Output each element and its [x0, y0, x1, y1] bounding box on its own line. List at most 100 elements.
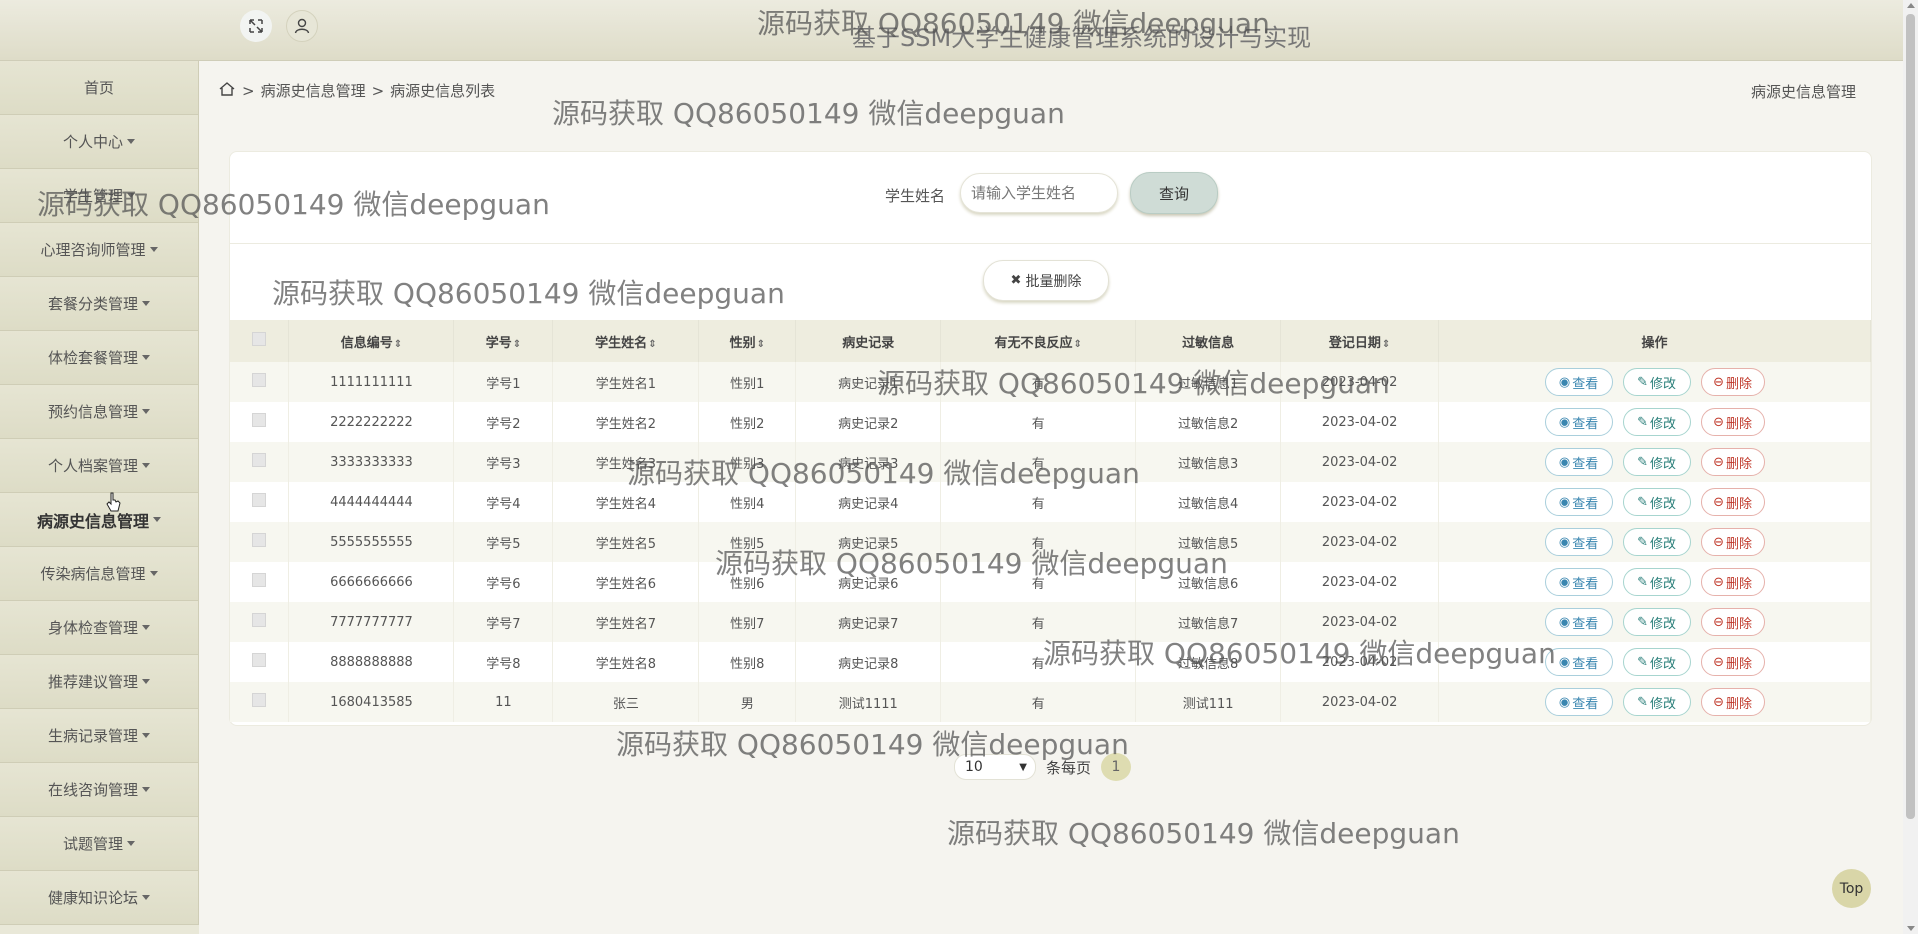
edit-button[interactable]: ✎ 修改	[1622, 488, 1691, 516]
sidebar-item[interactable]: 心理咨询师管理	[0, 223, 199, 277]
delete-button[interactable]: ⊖ 删除	[1700, 568, 1765, 596]
edit-button[interactable]: ✎ 修改	[1622, 648, 1691, 676]
edit-button[interactable]: ✎ 修改	[1622, 528, 1691, 556]
edit-button[interactable]: ✎ 修改	[1622, 368, 1691, 396]
sort-icon[interactable]: ⇕	[513, 339, 521, 350]
sidebar-item[interactable]: 生病记录管理	[0, 709, 199, 763]
view-button[interactable]: ◉ 查看	[1544, 448, 1613, 476]
column-header[interactable]: 性别⇕	[698, 320, 797, 362]
column-header[interactable]: 登记日期⇕	[1280, 320, 1440, 362]
edit-button[interactable]: ✎ 修改	[1622, 408, 1691, 436]
view-button[interactable]: ◉ 查看	[1544, 528, 1613, 556]
edit-button[interactable]: ✎ 修改	[1622, 688, 1691, 716]
sidebar-item[interactable]: 健康知识论坛	[0, 871, 199, 925]
sidebar-item[interactable]: 推荐建议管理	[0, 655, 199, 709]
sort-icon[interactable]: ⇕	[394, 339, 402, 350]
sidebar-item[interactable]: 首页	[0, 61, 199, 115]
sidebar-item[interactable]: 学生管理	[0, 169, 199, 223]
pencil-icon: ✎	[1637, 414, 1648, 430]
breadcrumb-level1[interactable]: 病源史信息管理	[261, 80, 366, 101]
select-all-header[interactable]	[230, 320, 290, 362]
column-header[interactable]: 学生姓名⇕	[552, 320, 700, 362]
scroll-down-icon[interactable]	[1907, 926, 1915, 931]
row-checkbox[interactable]	[252, 533, 267, 547]
edit-button[interactable]: ✎ 修改	[1622, 568, 1691, 596]
table-cell: 2023-04-02	[1280, 442, 1440, 482]
sidebar-item[interactable]: 个人档案管理	[0, 439, 199, 493]
table-row: 7777777777 学号7 学生姓名7 性别7 病史记录7 有过敏信息7 2023-04-…	[230, 602, 1871, 642]
sidebar-item[interactable]: 个人中心	[0, 115, 199, 169]
sidebar-item[interactable]: 套餐分类管理	[0, 277, 199, 331]
bulk-delete-button[interactable]: ✖ 批量删除	[983, 260, 1109, 301]
row-checkbox[interactable]	[252, 693, 267, 707]
page-scrollbar[interactable]	[1903, 0, 1918, 934]
fullscreen-icon[interactable]	[240, 10, 272, 42]
delete-button[interactable]: ⊖ 删除	[1700, 408, 1765, 436]
user-icon[interactable]	[286, 10, 318, 42]
sort-icon[interactable]: ⇕	[648, 339, 656, 350]
sidebar-item-label: 传染病信息管理	[40, 565, 146, 583]
row-select-cell[interactable]	[230, 442, 290, 482]
edit-button[interactable]: ✎ 修改	[1622, 448, 1691, 476]
back-to-top-button[interactable]: Top	[1832, 869, 1871, 908]
row-select-cell[interactable]	[230, 562, 290, 602]
home-icon[interactable]	[218, 81, 236, 101]
edit-label: 修改	[1649, 616, 1676, 632]
table-cell: 4444444444	[288, 482, 455, 522]
row-select-cell[interactable]	[230, 682, 290, 722]
select-all-checkbox[interactable]	[252, 332, 267, 346]
student-name-search-input[interactable]	[960, 173, 1118, 213]
sidebar-item[interactable]: 身体检查管理	[0, 601, 199, 655]
search-button[interactable]: 查询	[1130, 172, 1218, 214]
sort-icon[interactable]: ⇕	[1382, 339, 1390, 350]
view-button[interactable]: ◉ 查看	[1544, 688, 1613, 716]
sidebar-item[interactable]: 传染病信息管理	[0, 547, 199, 601]
row-checkbox[interactable]	[252, 453, 267, 467]
row-select-cell[interactable]	[230, 402, 290, 442]
view-button[interactable]: ◉ 查看	[1544, 568, 1613, 596]
table-cell: 有	[940, 642, 1137, 682]
sort-icon[interactable]: ⇕	[1074, 339, 1082, 350]
view-button[interactable]: ◉ 查看	[1544, 648, 1613, 676]
delete-button[interactable]: ⊖ 删除	[1700, 368, 1765, 396]
delete-button[interactable]: ⊖ 删除	[1700, 648, 1765, 676]
page-number-current[interactable]: 1	[1101, 753, 1132, 781]
view-button[interactable]: ◉ 查看	[1544, 408, 1613, 436]
view-button[interactable]: ◉ 查看	[1544, 368, 1613, 396]
close-icon: ✖	[1010, 273, 1022, 288]
row-checkbox[interactable]	[252, 373, 267, 387]
row-select-cell[interactable]	[230, 362, 290, 402]
row-select-cell[interactable]	[230, 522, 290, 562]
column-header[interactable]: 有无不良反应⇕	[940, 320, 1137, 362]
scrollbar-thumb[interactable]	[1906, 14, 1915, 819]
minus-circle-icon: ⊖	[1713, 374, 1724, 390]
sort-icon[interactable]: ⇕	[757, 339, 765, 350]
row-select-cell[interactable]	[230, 482, 290, 522]
scroll-up-icon[interactable]	[1907, 3, 1915, 8]
delete-button[interactable]: ⊖ 删除	[1700, 688, 1765, 716]
view-button[interactable]: ◉ 查看	[1544, 488, 1613, 516]
sidebar-item[interactable]: 试题管理	[0, 817, 199, 871]
sidebar-item[interactable]: 体检套餐管理	[0, 331, 199, 385]
row-checkbox[interactable]	[252, 413, 267, 427]
row-checkbox[interactable]	[252, 653, 267, 667]
column-header[interactable]: 信息编号⇕	[288, 320, 455, 362]
delete-button[interactable]: ⊖ 删除	[1700, 488, 1765, 516]
edit-button[interactable]: ✎ 修改	[1622, 608, 1691, 636]
view-button[interactable]: ◉ 查看	[1544, 608, 1613, 636]
row-checkbox[interactable]	[252, 573, 267, 587]
row-checkbox[interactable]	[252, 493, 267, 507]
row-select-cell[interactable]	[230, 642, 290, 682]
delete-button[interactable]: ⊖ 删除	[1700, 448, 1765, 476]
sidebar-item[interactable]: 预约信息管理	[0, 385, 199, 439]
delete-button[interactable]: ⊖ 删除	[1700, 528, 1765, 556]
column-header[interactable]: 学号⇕	[453, 320, 554, 362]
caret-down-icon	[149, 571, 158, 576]
row-checkbox[interactable]	[252, 613, 267, 627]
sidebar-item[interactable]: 在线咨询管理	[0, 763, 199, 817]
delete-button[interactable]: ⊖ 删除	[1700, 608, 1765, 636]
table-cell: 2023-04-02	[1280, 402, 1440, 442]
sidebar-item[interactable]: 病源史信息管理	[0, 493, 199, 547]
row-select-cell[interactable]	[230, 602, 290, 642]
page-size-select[interactable]: 10 ▼	[954, 754, 1036, 780]
